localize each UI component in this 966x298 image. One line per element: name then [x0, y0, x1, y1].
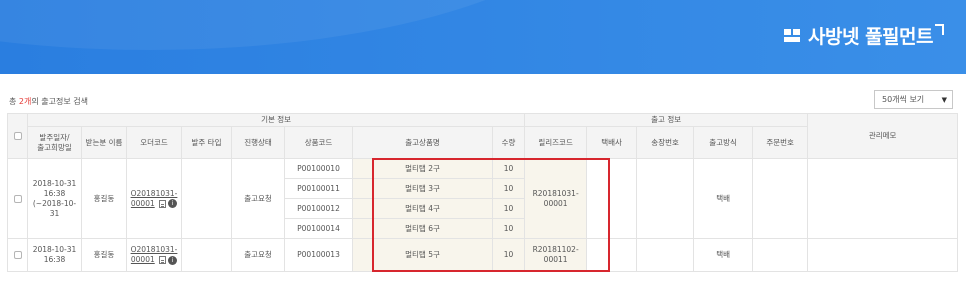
col-product-code: 상품코드: [284, 126, 353, 159]
search-count: 2개: [18, 97, 32, 106]
status: 출고요청: [231, 238, 285, 272]
courier: [586, 158, 638, 239]
order-number: [752, 238, 809, 272]
invoice-number: [636, 238, 695, 272]
product-name: 멀티탭 5구: [352, 238, 493, 272]
col-invoice: 송장번호: [636, 126, 695, 159]
courier: [586, 238, 638, 272]
row-checkbox[interactable]: [13, 194, 22, 203]
search-suffix: 의 출고정보 검색: [31, 97, 88, 106]
product-code: P00100010: [284, 158, 353, 179]
quantity: 10: [491, 238, 526, 272]
col-order-no: 주문번호: [752, 126, 809, 159]
product-code: P00100014: [284, 218, 353, 239]
col-receiver: 받는분 이름: [81, 126, 127, 159]
product-name: 멀티탭 2구: [352, 158, 493, 179]
order-date: 2018-10-31 16:38 (~2018-10-31: [27, 158, 82, 239]
banner-decoration: [0, 0, 600, 50]
group-basic-header: 기본 정보: [26, 113, 526, 127]
release-code: R20181102- 00011: [524, 238, 588, 272]
quantity: 10: [491, 158, 526, 179]
table-row[interactable]: 2018-10-31 16:38 (~2018-10-31 홍길동 O20181…: [7, 158, 959, 239]
page-size-value: 50개씩 보기: [882, 95, 925, 104]
brand-name: 사방넷 풀필먼트: [808, 25, 933, 48]
table-row[interactable]: 2018-10-31 16:38 홍길동 O20181031- 00001 i …: [7, 238, 959, 272]
order-code-cell: O20181031- 00001 i: [126, 158, 182, 239]
select-all-checkbox[interactable]: [13, 132, 22, 140]
col-courier: 택배사: [586, 126, 638, 159]
quantity: 10: [491, 198, 526, 219]
ship-method: 택배: [693, 238, 754, 272]
product-name: 멀티탭 6구: [352, 218, 493, 239]
memo[interactable]: [807, 158, 959, 239]
select-all-cell[interactable]: [7, 113, 28, 159]
quantity: 10: [491, 178, 526, 199]
invoice-number: [636, 158, 695, 239]
search-result-summary: 총 2개의 출고정보 검색: [9, 96, 88, 107]
search-prefix: 총: [9, 97, 19, 106]
product-name: 멀티탭 4구: [352, 198, 493, 219]
product-name: 멀티탭 3구: [352, 178, 493, 199]
header-banner: 사방넷 풀필먼트: [0, 0, 966, 74]
brand-logo[interactable]: 사방넷 풀필먼트: [784, 20, 944, 50]
col-status: 진행상태: [231, 126, 285, 159]
order-number: [752, 158, 809, 239]
quantity: 10: [491, 218, 526, 239]
circle-info-icon[interactable]: i: [168, 199, 178, 208]
memo[interactable]: [807, 238, 959, 272]
row-select-cell[interactable]: [7, 158, 28, 239]
product-code: P00100011: [284, 178, 353, 199]
page-size-select[interactable]: 50개씩 보기 ▼: [874, 90, 953, 109]
col-product-name: 출고상품명: [352, 126, 493, 159]
order-type: [181, 238, 232, 272]
status: 출고요청: [231, 158, 285, 239]
shipment-table: 기본 정보 출고 정보 관리메모 발주일자/ 출고희망일 받는분 이름 오더코드…: [7, 113, 959, 272]
order-code-cell: O20181031- 00001 i: [126, 238, 182, 272]
product-code: P00100012: [284, 198, 353, 219]
col-order-type: 발주 타입: [181, 126, 232, 159]
order-type: [181, 158, 232, 239]
order-date: 2018-10-31 16:38: [27, 238, 82, 272]
col-date: 발주일자/ 출고희망일: [27, 126, 82, 159]
product-code: P00100013: [284, 238, 353, 272]
circle-info-icon[interactable]: i: [168, 255, 178, 265]
group-ship-header: 출고 정보: [524, 113, 809, 127]
memo-header: 관리메모: [807, 113, 959, 159]
ship-method: 택배: [693, 158, 754, 239]
col-order-code: 오더코드: [126, 126, 182, 159]
receiver-name: 홍길동: [81, 238, 127, 272]
document-icon[interactable]: [159, 256, 167, 264]
row-checkbox[interactable]: [13, 251, 22, 259]
document-icon[interactable]: [159, 199, 167, 208]
chevron-down-icon: ▼: [941, 95, 947, 104]
release-code: R20181031- 00001: [524, 158, 588, 239]
col-ship-method: 출고방식: [693, 126, 754, 159]
col-release-code: 릴리즈코드: [524, 126, 588, 159]
row-select-cell[interactable]: [7, 238, 28, 272]
col-qty: 수량: [491, 126, 526, 159]
receiver-name: 홍길동: [81, 158, 127, 239]
brand-mark-icon: [784, 27, 802, 43]
brand-arrow-icon: [935, 23, 944, 35]
